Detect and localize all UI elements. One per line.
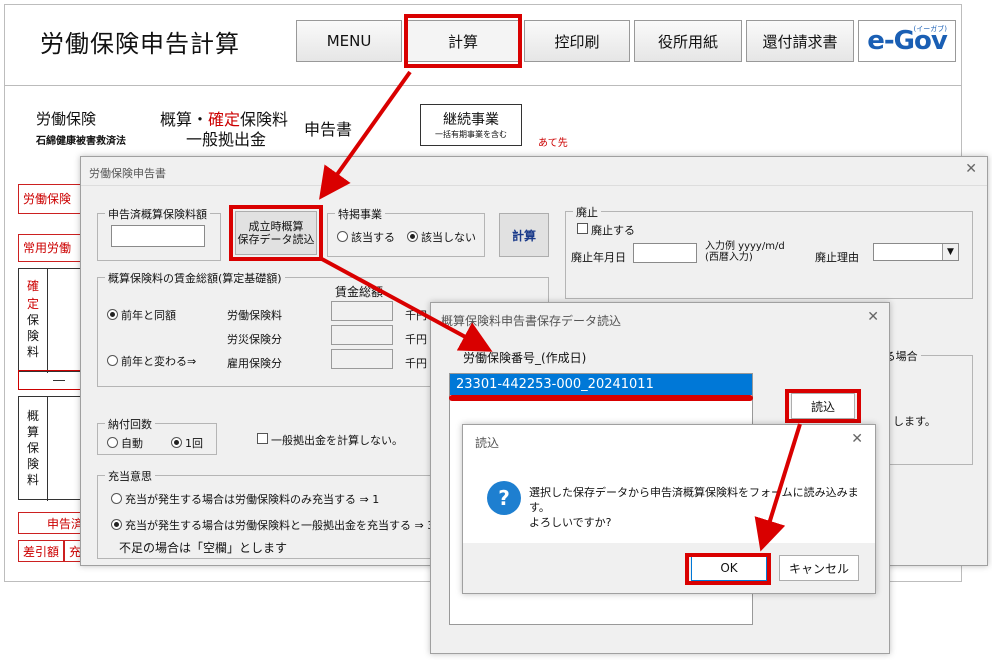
annotation-arrows <box>319 70 802 552</box>
arrow-read-to-ok <box>754 423 802 552</box>
arrow-load-to-dialog <box>319 256 493 352</box>
arrow-calc-to-load <box>319 70 412 200</box>
